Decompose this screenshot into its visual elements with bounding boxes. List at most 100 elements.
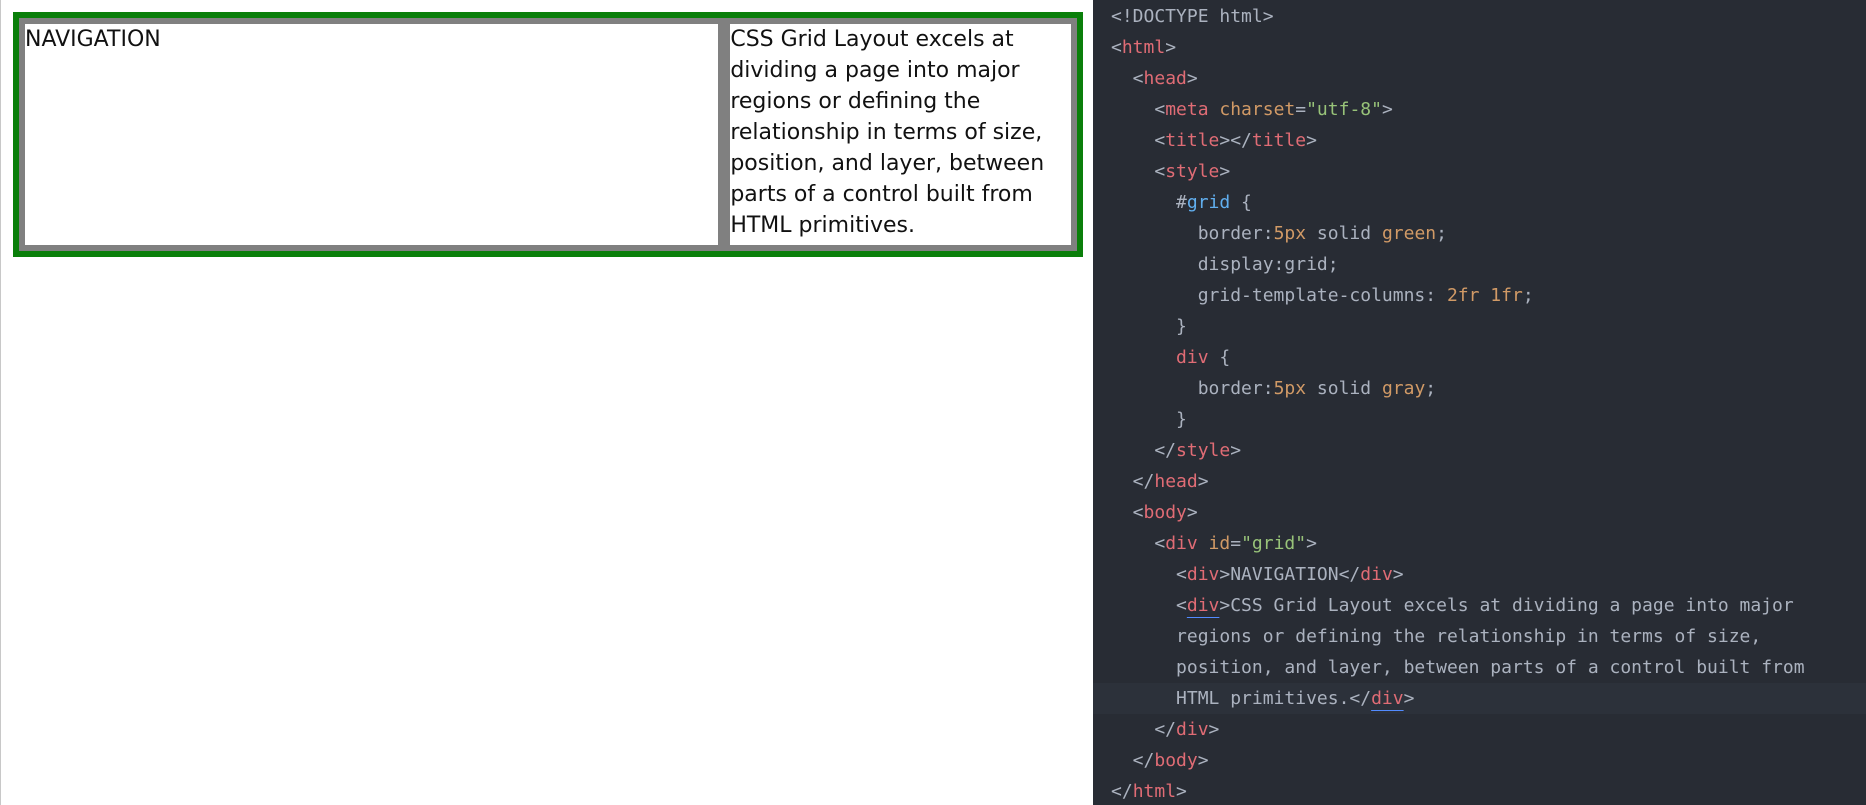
code-token: ; (1522, 285, 1534, 306)
code-line[interactable]: <html> (1093, 32, 1866, 63)
code-token: display:grid; (1111, 254, 1339, 275)
code-token: > (1208, 719, 1220, 740)
code-token: < (1111, 533, 1166, 554)
code-token: ; (1425, 378, 1437, 399)
code-line[interactable]: <meta charset="utf-8"> (1093, 94, 1866, 125)
code-line[interactable]: HTML primitives.</div> (1093, 683, 1866, 714)
code-token: div (1176, 347, 1209, 368)
code-token: < (1111, 99, 1166, 120)
code-token: > (1176, 781, 1187, 802)
code-token: </ (1111, 750, 1155, 771)
code-token: <!DOCTYPE html> (1111, 6, 1274, 27)
code-token: > (1197, 750, 1209, 771)
code-token: > (1392, 564, 1404, 585)
code-token: # (1111, 192, 1187, 213)
code-token: border: (1111, 223, 1274, 244)
code-token: 5px (1273, 223, 1307, 244)
code-line[interactable]: grid-template-columns: 2fr 1fr; (1093, 280, 1866, 311)
code-token: title (1251, 130, 1307, 151)
code-token: ></ (1219, 130, 1252, 151)
demo-grid: NAVIGATION CSS Grid Layout excels at div… (13, 12, 1083, 257)
code-line[interactable]: <div id="grid"> (1093, 528, 1866, 559)
code-line[interactable]: <head> (1093, 63, 1866, 94)
code-token: charset (1208, 99, 1296, 120)
code-token: grid (1186, 192, 1231, 213)
code-line[interactable]: #grid { (1093, 187, 1866, 218)
code-token: "grid" (1241, 533, 1307, 554)
code-token: grid-template-columns: (1111, 285, 1447, 306)
code-token: div (1186, 564, 1220, 585)
code-token: { (1208, 347, 1231, 368)
code-token: HTML primitives.</ (1111, 688, 1372, 709)
code-token: > (1381, 99, 1393, 120)
code-token: > (1306, 130, 1317, 151)
code-token: border: (1111, 378, 1274, 399)
code-token: > (1306, 533, 1317, 554)
code-line[interactable]: border:5px solid gray; (1093, 373, 1866, 404)
code-line[interactable]: </html> (1093, 776, 1866, 805)
code-token: } (1111, 409, 1187, 430)
code-token: < (1111, 37, 1122, 58)
content-cell: CSS Grid Layout excels at dividing a pag… (724, 18, 1077, 251)
code-line[interactable]: } (1093, 311, 1866, 342)
code-token: body (1154, 750, 1198, 771)
code-line[interactable]: regions or defining the relationship in … (1093, 621, 1866, 652)
code-line[interactable]: <div>CSS Grid Layout excels at dividing … (1093, 590, 1866, 621)
code-line[interactable]: border:5px solid green; (1093, 218, 1866, 249)
code-token: div (1360, 564, 1393, 585)
code-token: html (1132, 781, 1177, 802)
code-token: "utf-8" (1306, 99, 1382, 120)
code-line[interactable]: </body> (1093, 745, 1866, 776)
code-token: = (1230, 533, 1242, 554)
code-token: = (1295, 99, 1307, 120)
code-token: > (1197, 471, 1209, 492)
code-line[interactable]: <body> (1093, 497, 1866, 528)
navigation-cell: NAVIGATION (19, 18, 725, 251)
preview-pane: NAVIGATION CSS Grid Layout excels at div… (0, 0, 1093, 805)
code-token: head (1143, 68, 1187, 89)
code-token: < (1111, 595, 1187, 616)
code-token: div (1371, 688, 1404, 709)
code-token: id (1197, 533, 1231, 554)
code-token: > (1186, 502, 1198, 523)
code-token: position, and layer, between parts of a … (1111, 657, 1805, 678)
code-token: > (1230, 440, 1242, 461)
code-line[interactable]: </div> (1093, 714, 1866, 745)
code-token: div (1186, 595, 1220, 616)
code-line[interactable]: <!DOCTYPE html> (1093, 1, 1866, 32)
code-token: body (1143, 502, 1187, 523)
code-token: < (1111, 161, 1166, 182)
code-line[interactable]: </style> (1093, 435, 1866, 466)
code-token: { (1230, 192, 1252, 213)
code-editor[interactable]: <!DOCTYPE html> <html> <head> <meta chars… (1093, 0, 1866, 805)
code-token: </ (1111, 719, 1177, 740)
code-token: gray (1381, 378, 1426, 399)
code-token: < (1111, 68, 1144, 89)
code-token: </ (1111, 471, 1155, 492)
code-token: > (1219, 161, 1231, 182)
code-token: 5px (1273, 378, 1307, 399)
code-token: >CSS Grid Layout excels at dividing a pa… (1219, 595, 1794, 616)
code-token: } (1111, 316, 1187, 337)
code-token: html (1121, 37, 1166, 58)
code-line[interactable]: position, and layer, between parts of a … (1093, 652, 1866, 683)
code-line[interactable]: display:grid; (1093, 249, 1866, 280)
code-line[interactable]: } (1093, 404, 1866, 435)
code-token: title (1165, 130, 1220, 151)
code-line[interactable]: <title></title> (1093, 125, 1866, 156)
code-lines: <!DOCTYPE html> <html> <head> <meta chars… (1093, 1, 1866, 805)
code-token: style (1176, 440, 1231, 461)
code-line[interactable]: div { (1093, 342, 1866, 373)
code-token: solid (1306, 223, 1382, 244)
code-token: < (1111, 564, 1187, 585)
code-token: > (1186, 68, 1198, 89)
code-token: solid (1306, 378, 1382, 399)
code-line[interactable]: <style> (1093, 156, 1866, 187)
code-token: style (1165, 161, 1220, 182)
code-token: < (1111, 130, 1166, 151)
code-line[interactable]: </head> (1093, 466, 1866, 497)
code-token: green (1381, 223, 1437, 244)
code-token: head (1154, 471, 1198, 492)
code-token: 2fr 1fr (1446, 285, 1523, 306)
code-line[interactable]: <div>NAVIGATION</div> (1093, 559, 1866, 590)
